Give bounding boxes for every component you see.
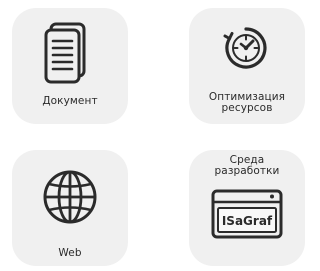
isagraf-window-icon: ISaGraf bbox=[211, 189, 283, 239]
clock-optimization-icon bbox=[223, 27, 267, 69]
dev-environment-tile[interactable]: Среда разработки ISaGraf bbox=[189, 150, 305, 266]
document-label: Документ bbox=[42, 95, 98, 107]
web-tile[interactable]: Web bbox=[12, 150, 128, 266]
web-label: Web bbox=[58, 247, 82, 259]
globe-icon bbox=[43, 170, 97, 224]
document-tile[interactable]: Документ bbox=[12, 8, 128, 124]
resource-optimization-tile[interactable]: Оптимизация ресурсов bbox=[189, 8, 305, 124]
document-icon bbox=[44, 22, 86, 84]
isagraf-text: ISaGraf bbox=[222, 214, 273, 228]
resource-optimization-label: Оптимизация ресурсов bbox=[208, 91, 286, 114]
dev-environment-label: Среда разработки bbox=[214, 154, 280, 177]
